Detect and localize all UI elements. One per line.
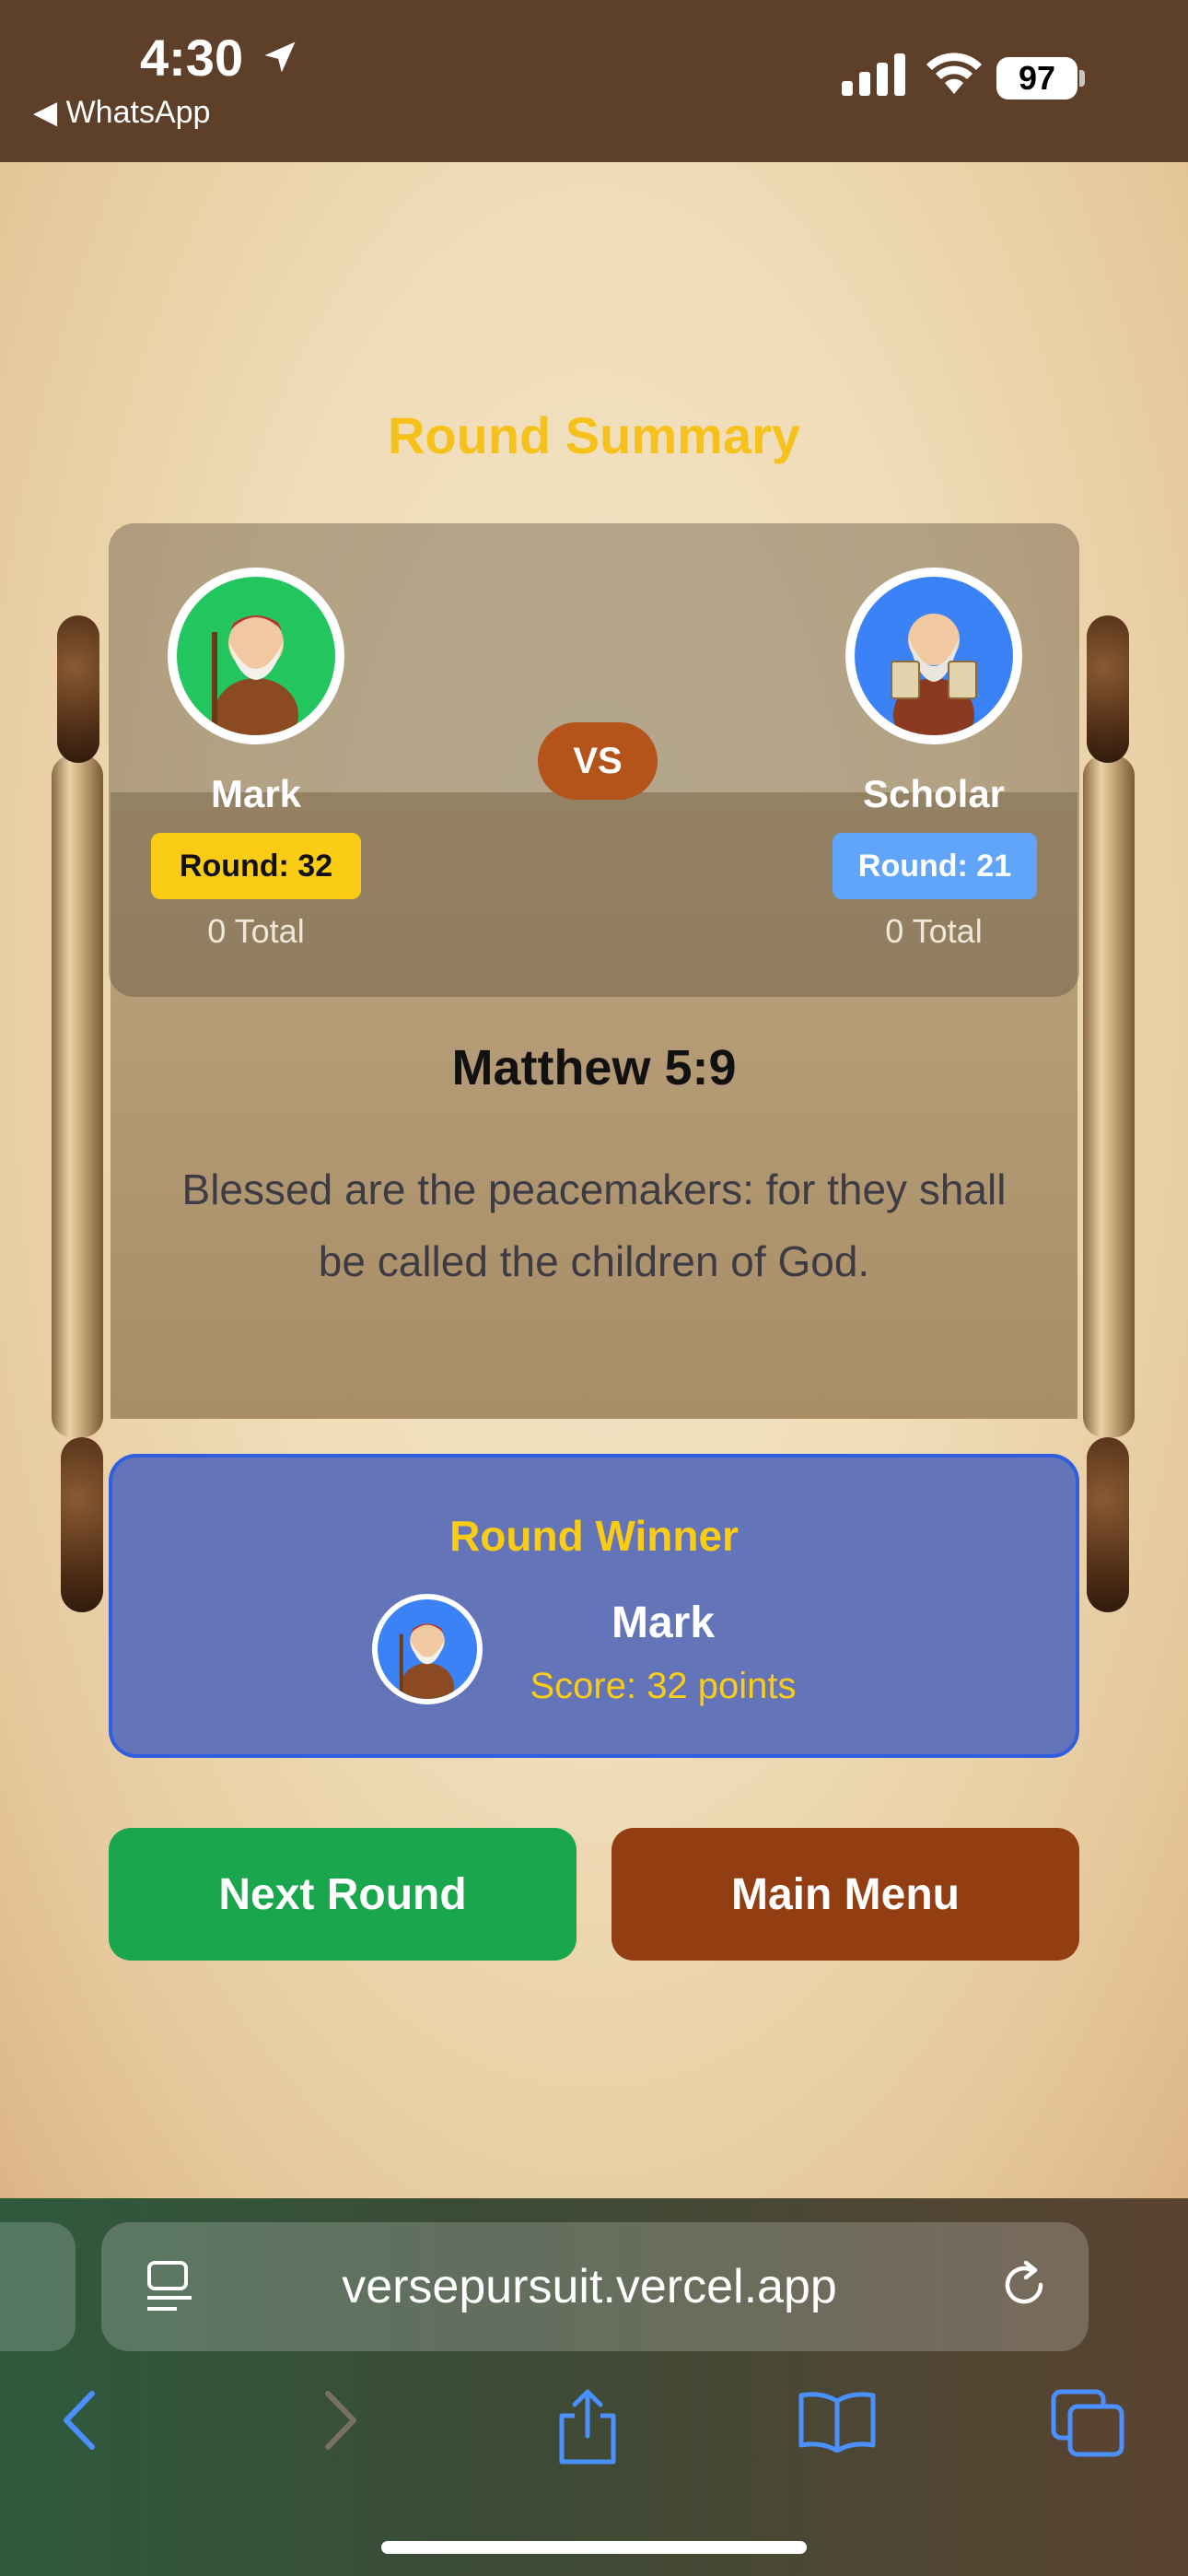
scholar-avatar-icon (891, 614, 977, 735)
back-arrow-icon[interactable] (55, 2388, 107, 2453)
previous-tab-preview[interactable] (0, 2222, 76, 2351)
page-title: Round Summary (387, 406, 801, 464)
status-time: 4:30 (140, 29, 244, 87)
forward-arrow-icon[interactable] (313, 2388, 365, 2453)
url-text[interactable]: versepursuit.vercel.app (184, 2259, 995, 2314)
total-score-right: 0 Total (885, 912, 983, 950)
verse-text: Blessed are the peacemakers: for they sh… (181, 1165, 1007, 1285)
reload-icon[interactable] (996, 2257, 1052, 2313)
share-icon[interactable] (553, 2388, 623, 2465)
scroll-left-rod (52, 755, 103, 1437)
home-indicator (381, 2541, 807, 2554)
verse-reference: Matthew 5:9 (451, 1040, 737, 1095)
battery-indicator: 97 (996, 57, 1077, 100)
battery-tip (1079, 70, 1085, 87)
winner-score: Score: 32 points (530, 1666, 797, 1706)
scroll-right-rod (1083, 755, 1135, 1437)
total-score-left: 0 Total (207, 912, 305, 950)
prophet-avatar-icon (212, 615, 298, 735)
winner-name: Mark (611, 1598, 716, 1647)
location-arrow-icon (264, 41, 296, 73)
wifi-icon (926, 53, 982, 94)
main-menu-button[interactable]: Main Menu (611, 1828, 1079, 1961)
player-avatar-mark (168, 568, 344, 744)
tabs-icon[interactable] (1050, 2388, 1125, 2458)
scroll-right-knob-top (1087, 615, 1129, 763)
round-score-badge-left: Round: 32 (151, 833, 361, 899)
winner-avatar (372, 1594, 483, 1704)
scroll-left-knob-top (57, 615, 99, 763)
vs-badge: VS (538, 722, 658, 800)
player-avatar-scholar (845, 568, 1022, 744)
next-round-button[interactable]: Next Round (109, 1828, 577, 1961)
player-name-right: Scholar (862, 772, 1006, 815)
back-to-app-link[interactable]: ◀ WhatsApp (33, 94, 210, 131)
round-score-badge-right: Round: 21 (833, 833, 1037, 899)
status-bar: 4:30 ◀ WhatsApp 97 (0, 0, 1188, 162)
player-name-left: Mark (210, 772, 302, 815)
round-winner-title: Round Winner (449, 1512, 739, 1560)
cellular-signal-icon (842, 53, 905, 96)
bookmarks-icon[interactable] (798, 2388, 877, 2453)
prophet-avatar-icon (399, 1623, 454, 1699)
